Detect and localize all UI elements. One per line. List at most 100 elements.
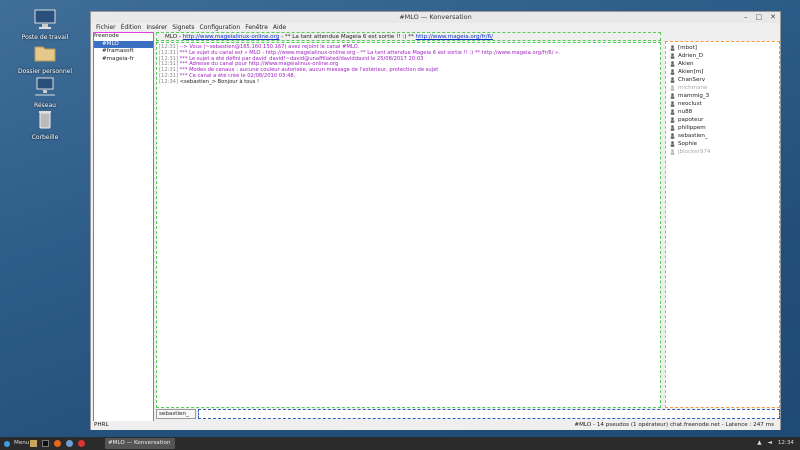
- nick-label: Adrien_D: [678, 53, 704, 59]
- chat-view[interactable]: [12:31] --> Vous (~sebastien@165.160.150…: [156, 42, 661, 408]
- desktop-icon-label: Corbeille: [31, 134, 59, 141]
- start-menu-label: Menu: [14, 440, 30, 446]
- status-bar: PHRL #MLO - 14 pseudos (1 opérateur) cha…: [91, 421, 780, 430]
- user-icon: [670, 125, 675, 131]
- nick-label: mammig_3: [678, 93, 710, 99]
- input-row: sebastien_: [156, 409, 780, 419]
- status-lag: #MLO - 14 pseudos (1 opérateur) chat.fre…: [574, 422, 774, 428]
- nick-label: Akien[m]: [678, 69, 704, 75]
- nick-label: sebastien_: [678, 133, 708, 139]
- nick-label: ChanServ: [678, 77, 706, 83]
- topic-link-1[interactable]: http://www.mageialinux-online.org: [183, 34, 280, 40]
- files-icon[interactable]: [30, 440, 37, 447]
- nick-list[interactable]: [mbot] Adrien_D Akien Akien[m] ChanServ mlchm…: [665, 41, 780, 408]
- desktop-icon-network[interactable]: Réseau: [0, 76, 90, 109]
- help-icon[interactable]: [78, 440, 85, 447]
- window-controls: – □ ✕: [744, 14, 776, 21]
- menu-bar: Fichier Édition Insérer Signets Configur…: [91, 23, 780, 32]
- window-titlebar[interactable]: #MLO — Konversation – □ ✕: [91, 12, 780, 23]
- chat-message: [12:34] <sebastien_> Bonjour à tous !: [159, 78, 658, 86]
- user-icon: [670, 45, 675, 51]
- nick-item[interactable]: mlchmane: [670, 84, 775, 92]
- nick-item[interactable]: Sophie: [670, 140, 775, 148]
- network-icon: [35, 77, 55, 96]
- nick-label: jblocker974: [678, 149, 711, 155]
- volume-icon[interactable]: ◄: [768, 437, 772, 450]
- status-left: PHRL: [94, 422, 109, 428]
- user-icon: [670, 77, 675, 83]
- clock[interactable]: 12:34: [778, 437, 794, 450]
- topic-link-2[interactable]: http://www.mageia.org/fr/6/: [416, 34, 493, 40]
- channel-tree: freenode #MLO #framasoft #mageia-fr: [93, 32, 154, 430]
- menu-signets[interactable]: Signets: [172, 23, 194, 32]
- nick-item[interactable]: ChanServ: [670, 76, 775, 84]
- user-icon: [670, 141, 675, 147]
- system-tray: ▲ ◄ 12:34: [757, 437, 794, 450]
- user-icon: [670, 53, 675, 59]
- computer-icon: [34, 9, 56, 29]
- nick-label: neoclust: [678, 101, 702, 107]
- nick-item[interactable]: Adrien_D: [670, 52, 775, 60]
- nick-item[interactable]: mammig_3: [670, 92, 775, 100]
- user-icon: [670, 69, 675, 75]
- nick-item[interactable]: [mbot]: [670, 44, 775, 52]
- nick-label: mlchmane: [678, 85, 708, 91]
- folder-icon: [34, 46, 56, 62]
- tree-channel-mlo[interactable]: #MLO: [94, 40, 153, 48]
- nick-label: [mbot]: [678, 45, 697, 51]
- settings-icon[interactable]: [66, 440, 73, 447]
- window-title: #MLO — Konversation: [399, 13, 472, 21]
- nick-item[interactable]: nu88: [670, 108, 775, 116]
- nick-item[interactable]: philippem: [670, 124, 775, 132]
- nick-item[interactable]: jblocker974: [670, 148, 775, 156]
- nick-item[interactable]: Akien: [670, 60, 775, 68]
- menu-configuration[interactable]: Configuration: [200, 23, 241, 32]
- terminal-icon[interactable]: [42, 440, 49, 447]
- desktop-icon-label: Poste de travail: [21, 34, 69, 41]
- channel-topic: MLO - http://www.mageialinux-online.org …: [156, 32, 661, 41]
- close-icon[interactable]: ✕: [770, 14, 776, 21]
- menu-aide[interactable]: Aide: [273, 23, 286, 32]
- minimize-icon[interactable]: –: [744, 14, 748, 21]
- user-icon: [670, 93, 675, 99]
- topic-text: - ** La tant attendue Mageia 6 est sorti…: [279, 34, 416, 40]
- tree-channel-mageia-fr[interactable]: #mageia-fr: [94, 56, 153, 64]
- user-icon: [670, 85, 675, 91]
- desktop-icon-trash[interactable]: Corbeille: [0, 108, 90, 141]
- nick-label: Sophie: [678, 141, 698, 147]
- menu-fichier[interactable]: Fichier: [96, 23, 116, 32]
- taskbar: Menu #MLO — Konversation ▲ ◄ 12:34: [0, 437, 800, 450]
- nick-label: nu88: [678, 109, 693, 115]
- message-timestamp: [12:34]: [159, 78, 178, 85]
- quick-launch: [30, 440, 85, 447]
- mageia-logo-icon: [4, 440, 10, 447]
- desktop-icon-folder[interactable]: Dossier personnel: [0, 42, 90, 75]
- menu-edition[interactable]: Édition: [121, 23, 142, 32]
- taskbar-window-konversation[interactable]: #MLO — Konversation: [105, 438, 175, 449]
- user-icon: [670, 149, 675, 155]
- nick-label: philippem: [678, 125, 706, 131]
- start-menu-button[interactable]: Menu: [3, 437, 29, 450]
- nick-item[interactable]: sebastien_: [670, 132, 775, 140]
- menu-inserer[interactable]: Insérer: [146, 23, 167, 32]
- message-text: <sebastien_> Bonjour à tous !: [179, 78, 260, 85]
- message-input[interactable]: [198, 409, 780, 419]
- firefox-icon[interactable]: [54, 440, 61, 447]
- user-icon: [670, 61, 675, 67]
- nick-item[interactable]: Akien[m]: [670, 68, 775, 76]
- topic-prefix: MLO -: [165, 34, 183, 40]
- desktop-icon-label: Dossier personnel: [17, 68, 72, 75]
- nickname-selector[interactable]: sebastien_: [156, 409, 196, 419]
- trash-icon: [39, 111, 51, 129]
- tree-server[interactable]: freenode: [94, 33, 153, 41]
- nick-item[interactable]: papoteur: [670, 116, 775, 124]
- konversation-window: #MLO — Konversation – □ ✕ Fichier Éditio…: [90, 11, 781, 430]
- network-tray-icon[interactable]: ▲: [757, 437, 761, 450]
- nick-item[interactable]: neoclust: [670, 100, 775, 108]
- tree-channel-framasoft[interactable]: #framasoft: [94, 48, 153, 56]
- user-icon: [670, 117, 675, 123]
- menu-fenetre[interactable]: Fenêtre: [245, 23, 268, 32]
- maximize-icon[interactable]: □: [756, 14, 763, 21]
- nick-label: papoteur: [678, 117, 704, 123]
- desktop-icon-computer[interactable]: Poste de travail: [0, 8, 90, 41]
